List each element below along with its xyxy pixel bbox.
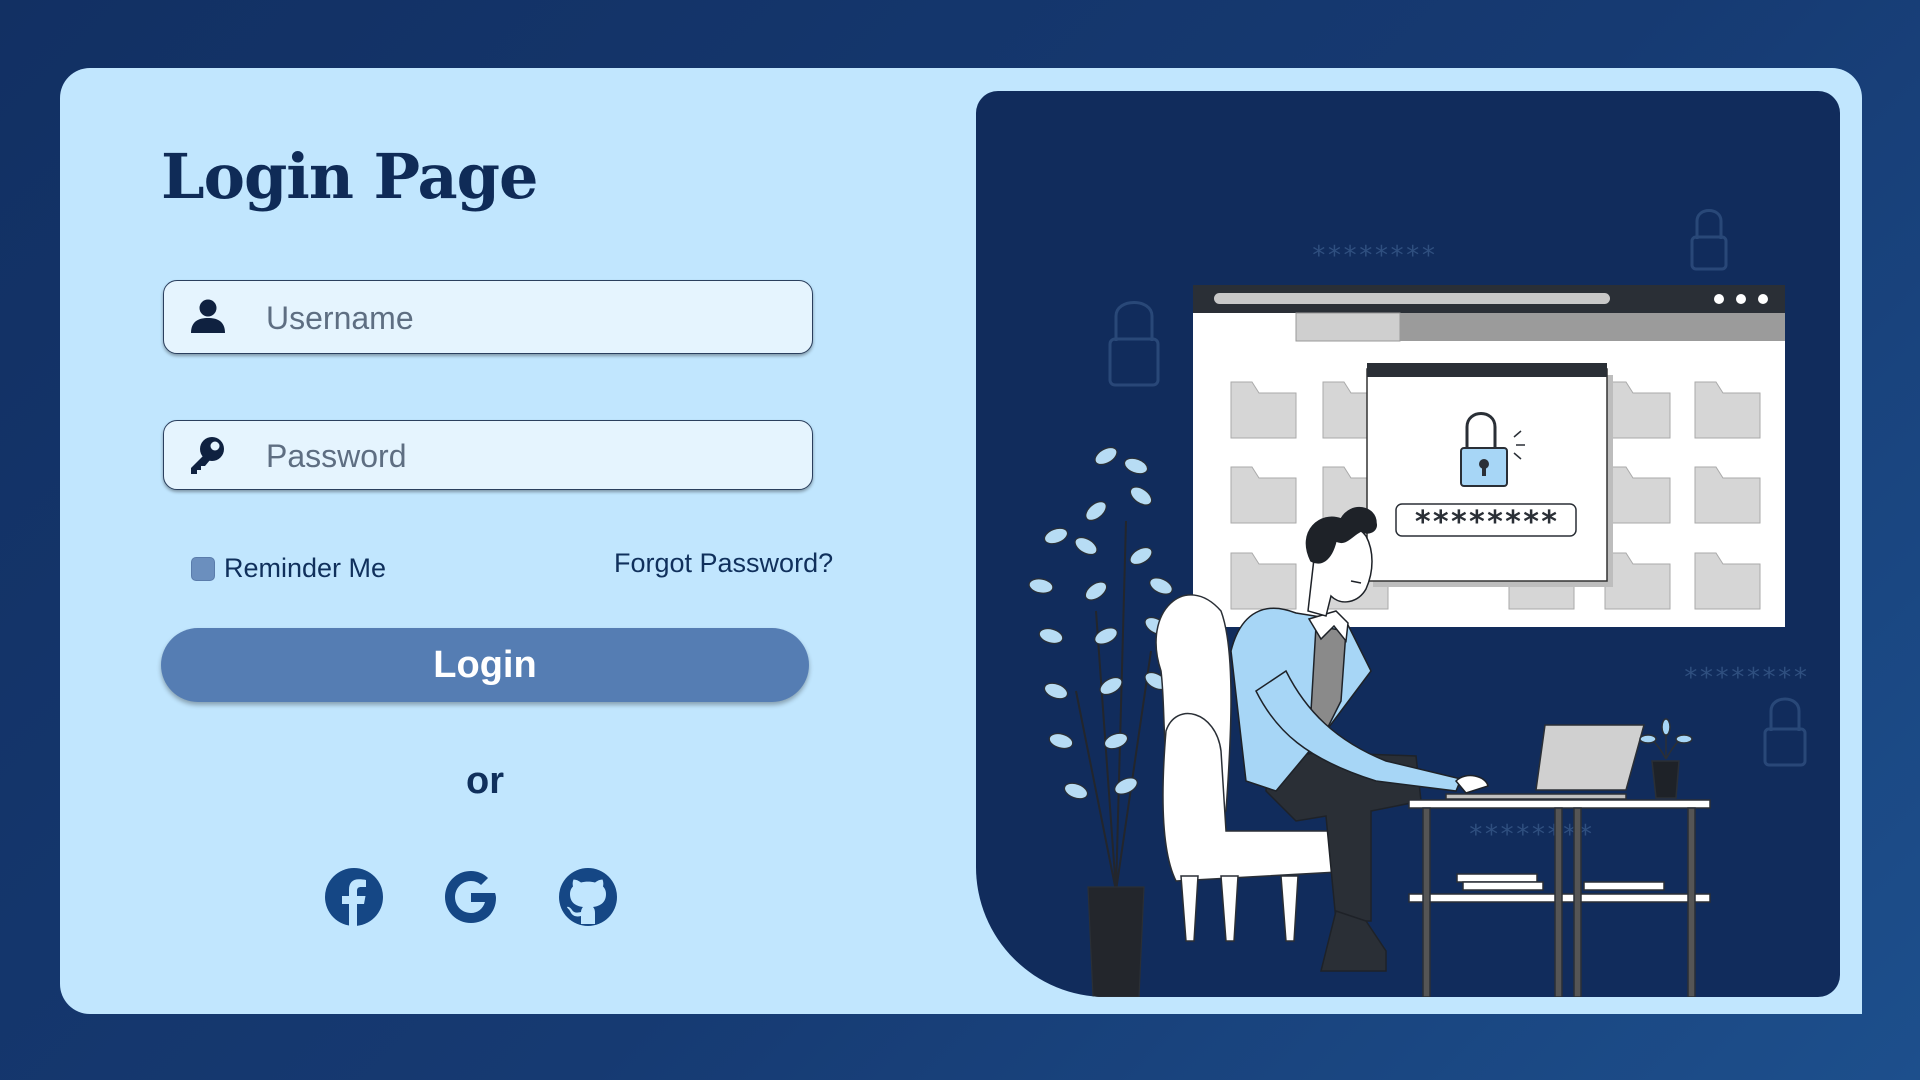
- username-field[interactable]: [163, 280, 813, 355]
- background-mask-1: ********: [1311, 241, 1436, 271]
- background-mask-2: ********: [1683, 663, 1808, 693]
- remember-me[interactable]: Reminder Me: [191, 553, 386, 584]
- forgot-password-link[interactable]: Forgot Password?: [614, 548, 833, 579]
- password-field[interactable]: [163, 420, 813, 491]
- browser-window: ********: [1193, 285, 1785, 627]
- password-input[interactable]: [264, 421, 788, 491]
- illustration-panel: ******** ******** ******** ********: [976, 91, 1840, 997]
- key-icon: [191, 437, 224, 474]
- or-divider: or: [466, 760, 504, 802]
- remember-checkbox[interactable]: [191, 556, 215, 581]
- login-button[interactable]: Login: [161, 628, 809, 702]
- password-mask-text: ********: [1414, 505, 1559, 540]
- login-card: Login Page Reminder Me Forgot Password? …: [60, 68, 1862, 1014]
- remember-label: Reminder Me: [224, 553, 387, 583]
- facebook-icon[interactable]: [323, 866, 385, 928]
- plant: [1028, 446, 1173, 997]
- page-title: Login Page: [161, 140, 538, 213]
- username-input[interactable]: [264, 281, 788, 355]
- github-icon[interactable]: [557, 866, 619, 928]
- user-icon: [191, 299, 225, 333]
- security-illustration: ******** ******** ******** ********: [1028, 209, 1808, 997]
- desk: [1408, 718, 1711, 997]
- google-icon[interactable]: [440, 866, 502, 928]
